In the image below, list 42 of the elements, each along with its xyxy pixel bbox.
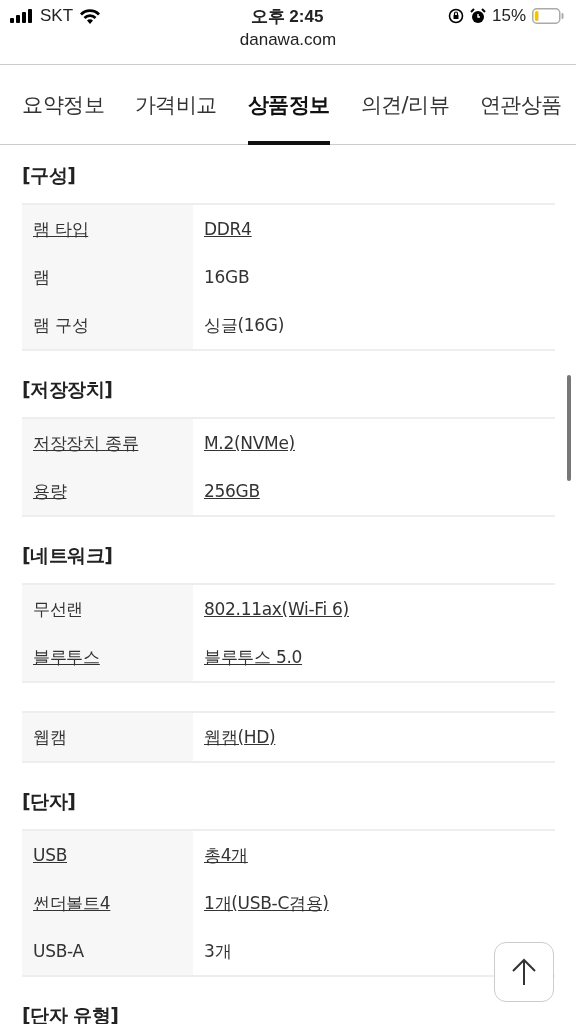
spec-label[interactable]: 썬더볼트4 [33, 892, 111, 913]
spec-label[interactable]: 램 타입 [33, 218, 89, 239]
tab[interactable]: 상품정보 [247, 65, 330, 145]
spec-value: 3개 [204, 940, 232, 961]
section-heading: [구성] [22, 163, 76, 188]
spec-value[interactable]: DDR4 [204, 219, 252, 239]
section-heading: [네트워크] [22, 543, 113, 568]
spec-label: 램 구성 [33, 314, 89, 335]
arrow-up-icon [511, 958, 537, 986]
rotation-lock-icon [447, 8, 464, 24]
spec-label[interactable]: 용량 [33, 480, 67, 501]
battery-percent: 15% [491, 6, 526, 26]
spec-value[interactable]: 블루투스 5.0 [204, 646, 303, 667]
clock-time: 오후 2:45 [250, 5, 324, 28]
spec-value[interactable]: M.2(NVMe) [204, 433, 295, 453]
scroll-to-top-button[interactable] [494, 942, 554, 1002]
spec-value: 싱글(16G) [204, 314, 284, 335]
battery-icon [532, 8, 564, 24]
spec-value: 16GB [204, 267, 250, 287]
spec-label: 램 [33, 266, 50, 287]
signal-icon [10, 9, 34, 23]
spec-label[interactable]: 블루투스 [33, 646, 100, 667]
section-heading: [단자] [22, 789, 76, 814]
spec-label: USB-A [33, 941, 84, 961]
spec-value[interactable]: 1개(USB-C겸용) [204, 892, 329, 913]
url-address[interactable]: danawa.com [0, 30, 576, 50]
wifi-icon [79, 8, 102, 24]
tab[interactable]: 가격비교 [134, 65, 217, 145]
tab[interactable]: 요약정보 [22, 65, 104, 145]
carrier-name: SKT [40, 6, 74, 26]
section-heading: [저장장치] [22, 377, 113, 402]
tab[interactable]: 연관상품 [479, 65, 562, 145]
spec-label[interactable]: USB [33, 845, 67, 865]
scrollbar[interactable] [567, 375, 571, 481]
spec-value[interactable]: 총4개 [204, 844, 248, 865]
tab[interactable]: 의견/리뷰 [360, 65, 450, 145]
spec-label: 웹캠 [33, 726, 67, 747]
alarm-icon [469, 8, 486, 24]
spec-label: 무선랜 [33, 598, 84, 619]
spec-value[interactable]: 웹캠(HD) [204, 726, 276, 747]
spec-value[interactable]: 256GB [204, 481, 260, 501]
spec-value[interactable]: 802.11ax(Wi-Fi 6) [204, 599, 349, 619]
